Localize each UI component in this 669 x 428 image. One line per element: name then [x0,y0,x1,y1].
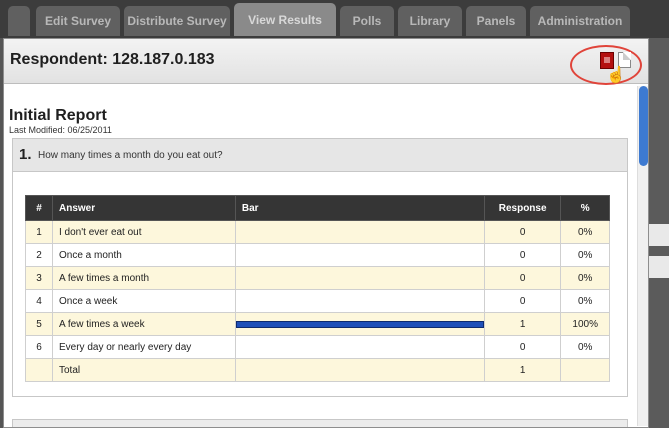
row-answer: I don't ever eat out [52,220,236,244]
row-response: 0 [483,220,562,244]
row-answer: Every day or nearly every day [52,335,236,359]
background-row [649,256,669,278]
modal-title: Respondent: 128.187.0.183 [10,51,215,68]
column-header-response: Response [483,195,562,221]
response-bar [235,320,484,328]
tab-administration[interactable]: Administration [530,6,630,36]
table-row: 3 A few times a month 0 0% [25,266,610,290]
tab-view-results[interactable]: View Results [234,3,336,36]
background-row [649,224,669,246]
row-percent: 0% [560,243,610,267]
table-row: 4 Once a week 0 0% [25,289,610,313]
table-header-row: # Answer Bar Response % [25,195,610,221]
row-percent: 100% [560,312,610,336]
row-number: 5 [25,312,53,336]
row-percent: 0% [560,220,610,244]
table-row: 5 A few times a week 1 100% [25,312,610,336]
row-bar-cell [234,266,485,290]
row-answer: A few times a month [52,266,236,290]
row-answer: Once a month [52,243,236,267]
report-modified: Last Modified: 06/25/2011 [9,125,112,135]
question-header: 1. How many times a month do you eat out… [12,138,628,172]
row-bar-cell [234,335,485,359]
row-answer: Once a week [52,289,236,313]
row-percent: 0% [560,335,610,359]
question-text: How many times a month do you eat out? [38,150,223,161]
tab-panels[interactable]: Panels [466,6,526,36]
column-header-bar: Bar [234,195,485,221]
row-percent: 0% [560,289,610,313]
table-row: 1 I don't ever eat out 0 0% [25,220,610,244]
background-right-edge [649,38,669,428]
row-answer: A few times a week [52,312,236,336]
scrollbar[interactable] [637,86,648,426]
row-number: 2 [25,243,53,267]
row-bar-cell [234,243,485,267]
row-number: 4 [25,289,53,313]
tab-edit-survey[interactable]: Edit Survey [36,6,120,36]
modal-header: Respondent: 128.187.0.183 ☝ [4,39,648,85]
row-percent: 0% [560,266,610,290]
top-tab-bar: Edit Survey Distribute Survey View Resul… [0,0,669,38]
total-number-cell [25,358,53,382]
total-percent-cell [560,358,610,382]
row-bar-cell [234,312,485,336]
report-title: Initial Report [9,107,107,124]
scrollbar-thumb[interactable] [639,86,648,166]
respondent-modal: Respondent: 128.187.0.183 ☝ Initial Repo… [3,38,649,428]
tab-polls[interactable]: Polls [340,6,394,36]
row-number: 6 [25,335,53,359]
row-number: 3 [25,266,53,290]
row-response: 1 [483,312,562,336]
next-question-header [12,419,628,427]
total-bar-cell [234,358,485,382]
tab-fragment[interactable] [8,6,30,36]
results-table: # Answer Bar Response % 1 I don't ever e… [25,195,610,382]
total-value: 1 [483,358,562,382]
tab-distribute-survey[interactable]: Distribute Survey [124,6,230,36]
row-response: 0 [483,266,562,290]
row-response: 0 [483,335,562,359]
row-response: 0 [483,289,562,313]
row-bar-cell [234,220,485,244]
row-number: 1 [25,220,53,244]
column-header-answer: Answer [52,195,236,221]
row-response: 0 [483,243,562,267]
total-row: Total 1 [25,358,610,382]
hand-cursor-icon: ☝ [606,67,626,84]
column-header-number: # [25,195,53,221]
column-header-percent: % [560,195,610,221]
question-number: 1. [19,146,32,163]
total-label: Total [52,358,236,382]
table-row: 2 Once a month 0 0% [25,243,610,267]
table-row: 6 Every day or nearly every day 0 0% [25,335,610,359]
row-bar-cell [234,289,485,313]
tab-library[interactable]: Library [398,6,462,36]
